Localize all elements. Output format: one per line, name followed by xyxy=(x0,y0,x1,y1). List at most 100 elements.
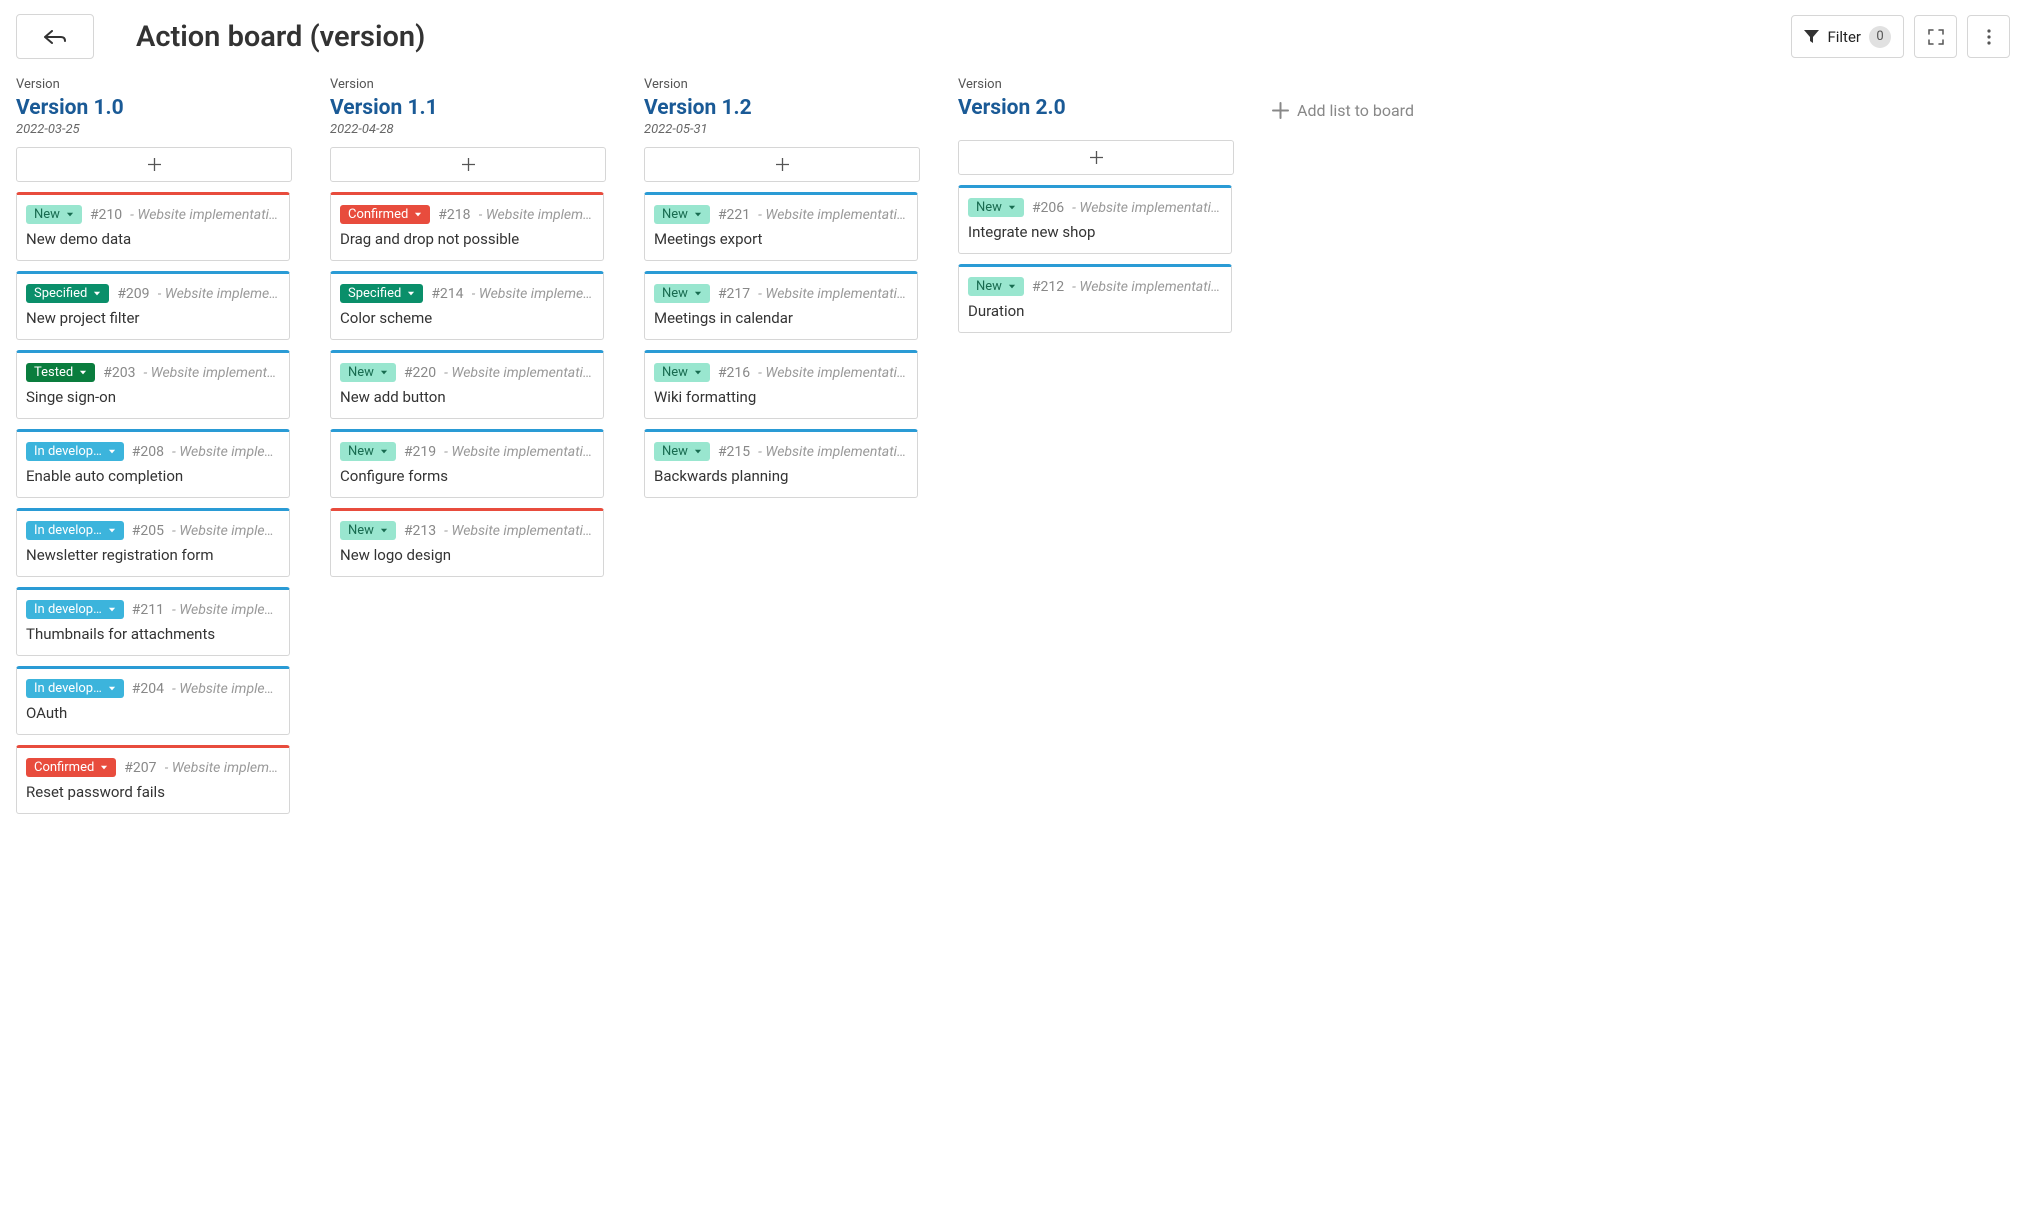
card-project: - Website implem… xyxy=(172,602,280,618)
card[interactable]: Specified #214 - Website implement… Colo… xyxy=(330,271,604,340)
card[interactable]: In develop… #208 - Website implem… Enabl… xyxy=(16,429,290,498)
status-badge[interactable]: New xyxy=(968,277,1024,296)
card-title: Thumbnails for attachments xyxy=(26,625,280,643)
chevron-down-icon xyxy=(694,369,702,377)
column-group-label: Version xyxy=(644,77,918,92)
chevron-down-icon xyxy=(380,369,388,377)
filter-label: Filter xyxy=(1827,28,1861,46)
card[interactable]: New #212 - Website implementation Durati… xyxy=(958,264,1232,333)
add-card-button[interactable] xyxy=(330,147,606,182)
card-project: - Website implementation xyxy=(130,207,280,223)
column-title[interactable]: Version 1.2 xyxy=(644,96,918,120)
status-badge[interactable]: In develop… xyxy=(26,521,124,540)
card-id: #210 xyxy=(90,207,122,223)
add-card-button[interactable] xyxy=(644,147,920,182)
status-badge[interactable]: New xyxy=(654,284,710,303)
card[interactable]: New #213 - Website implementation New lo… xyxy=(330,508,604,577)
card[interactable]: New #220 - Website implementation New ad… xyxy=(330,350,604,419)
card-id: #203 xyxy=(103,365,135,381)
card-title: Singe sign-on xyxy=(26,388,280,406)
card-project: - Website implement… xyxy=(158,286,280,302)
chevron-down-icon xyxy=(79,369,87,377)
chevron-down-icon xyxy=(694,448,702,456)
chevron-down-icon xyxy=(414,211,422,219)
status-badge[interactable]: Confirmed xyxy=(340,205,430,224)
board-area: Version Version 1.0 2022-03-25 New #210 … xyxy=(16,77,2010,824)
status-badge[interactable]: In develop… xyxy=(26,679,124,698)
status-badge[interactable]: Specified xyxy=(340,284,423,303)
fullscreen-button[interactable] xyxy=(1914,15,1957,58)
status-badge[interactable]: New xyxy=(340,521,396,540)
card-title: Drag and drop not possible xyxy=(340,230,594,248)
card[interactable]: Confirmed #218 - Website implemen… Drag … xyxy=(330,192,604,261)
more-menu-button[interactable] xyxy=(1967,15,2010,58)
plus-icon xyxy=(776,158,789,171)
filter-count: 0 xyxy=(1869,26,1891,48)
status-badge[interactable]: New xyxy=(654,205,710,224)
card-title: Color scheme xyxy=(340,309,594,327)
card[interactable]: New #210 - Website implementation New de… xyxy=(16,192,290,261)
card-meta: Specified #214 - Website implement… xyxy=(340,284,594,303)
status-badge[interactable]: New xyxy=(340,442,396,461)
card-project: - Website implementation xyxy=(444,523,594,539)
add-card-button[interactable] xyxy=(16,147,292,182)
card-id: #211 xyxy=(132,602,164,618)
card-meta: Confirmed #207 - Website implemen… xyxy=(26,758,280,777)
column-title[interactable]: Version 1.1 xyxy=(330,96,604,120)
card-project: - Website implem… xyxy=(172,523,280,539)
card[interactable]: In develop… #205 - Website implem… Newsl… xyxy=(16,508,290,577)
card-meta: New #213 - Website implementation xyxy=(340,521,594,540)
add-list-button[interactable]: Add list to board xyxy=(1272,101,1414,120)
status-badge[interactable]: Tested xyxy=(26,363,95,382)
status-badge[interactable]: Specified xyxy=(26,284,109,303)
chevron-down-icon xyxy=(66,211,74,219)
add-card-button[interactable] xyxy=(958,140,1234,175)
card-id: #215 xyxy=(718,444,750,460)
board-column: Version Version 1.1 2022-04-28 Confirmed… xyxy=(330,77,604,587)
board-column: Version Version 1.0 2022-03-25 New #210 … xyxy=(16,77,290,824)
plus-icon xyxy=(148,158,161,171)
card-id: #207 xyxy=(124,760,156,776)
chevron-down-icon xyxy=(108,606,116,614)
card[interactable]: In develop… #204 - Website implem… OAuth xyxy=(16,666,290,735)
card[interactable]: In develop… #211 - Website implem… Thumb… xyxy=(16,587,290,656)
filter-icon xyxy=(1804,30,1819,44)
status-badge[interactable]: New xyxy=(654,363,710,382)
column-date: 2022-04-28 xyxy=(330,122,604,137)
card[interactable]: New #216 - Website implementation Wiki f… xyxy=(644,350,918,419)
chevron-down-icon xyxy=(407,290,415,298)
status-badge[interactable]: Confirmed xyxy=(26,758,116,777)
status-badge[interactable]: New xyxy=(340,363,396,382)
card-title: Newsletter registration form xyxy=(26,546,280,564)
status-badge[interactable]: In develop… xyxy=(26,600,124,619)
card[interactable]: New #219 - Website implementation Config… xyxy=(330,429,604,498)
card[interactable]: New #215 - Website implementation Backwa… xyxy=(644,429,918,498)
card-id: #220 xyxy=(404,365,436,381)
card-title: New demo data xyxy=(26,230,280,248)
back-button[interactable] xyxy=(16,14,94,59)
chevron-down-icon xyxy=(108,527,116,535)
card-id: #221 xyxy=(718,207,750,223)
card[interactable]: Specified #209 - Website implement… New … xyxy=(16,271,290,340)
card[interactable]: New #221 - Website implementation Meetin… xyxy=(644,192,918,261)
card-id: #217 xyxy=(718,286,750,302)
card-title: New logo design xyxy=(340,546,594,564)
status-badge[interactable]: New xyxy=(26,205,82,224)
card[interactable]: Confirmed #207 - Website implemen… Reset… xyxy=(16,745,290,814)
filter-button[interactable]: Filter 0 xyxy=(1791,15,1904,58)
card[interactable]: New #206 - Website implementation Integr… xyxy=(958,185,1232,254)
column-title[interactable]: Version 2.0 xyxy=(958,96,1232,120)
card[interactable]: Tested #203 - Website implementation Sin… xyxy=(16,350,290,419)
status-badge[interactable]: New xyxy=(968,198,1024,217)
card-title: Configure forms xyxy=(340,467,594,485)
status-badge[interactable]: New xyxy=(654,442,710,461)
column-group-label: Version xyxy=(16,77,290,92)
column-title[interactable]: Version 1.0 xyxy=(16,96,290,120)
card-id: #212 xyxy=(1032,279,1064,295)
card[interactable]: New #217 - Website implementation Meetin… xyxy=(644,271,918,340)
status-badge[interactable]: In develop… xyxy=(26,442,124,461)
card-project: - Website implementation xyxy=(758,286,908,302)
column-date: 2022-03-25 xyxy=(16,122,290,137)
card-id: #208 xyxy=(132,444,164,460)
card-meta: Specified #209 - Website implement… xyxy=(26,284,280,303)
